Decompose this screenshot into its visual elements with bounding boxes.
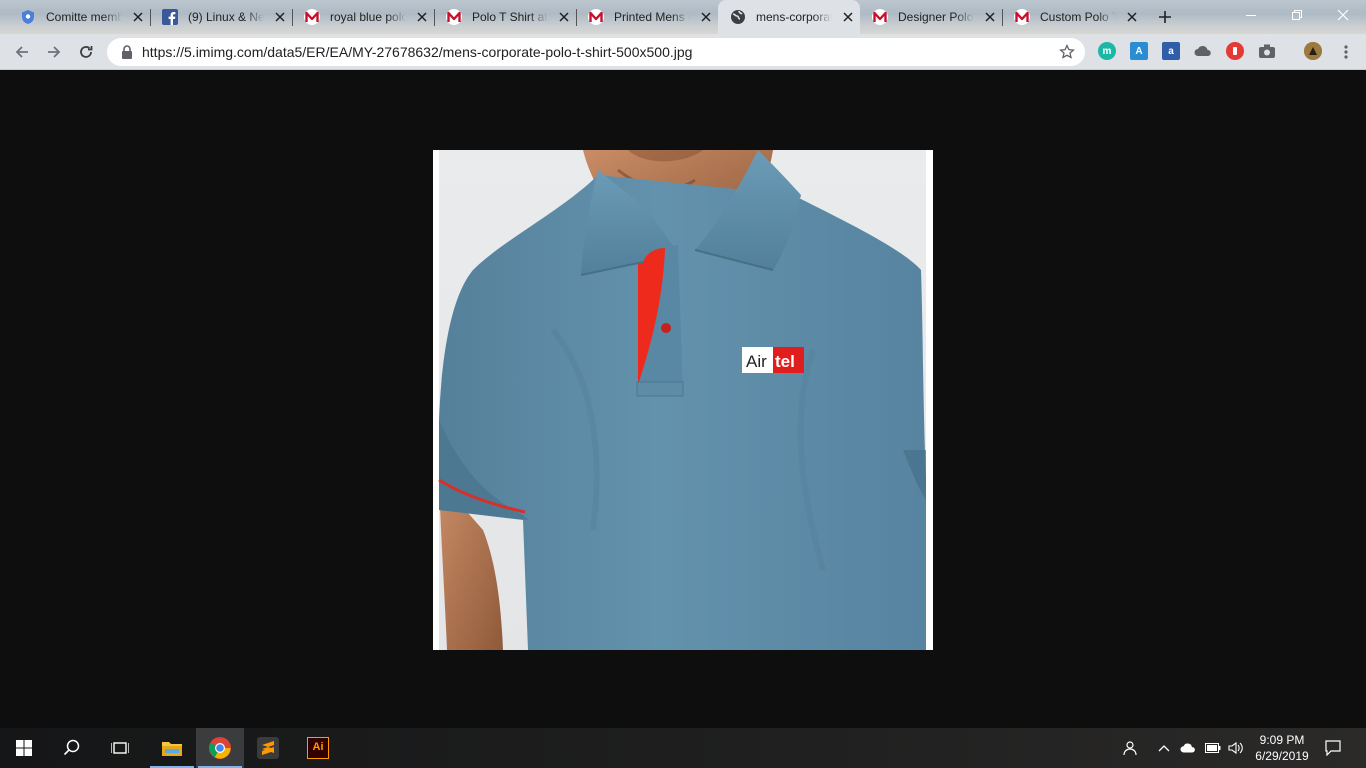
bookmark-star-icon[interactable] [1059,44,1075,60]
tab-title: Custom Polo T [1040,10,1116,24]
logo-text-left: Air [746,352,767,371]
indiamart-icon [446,9,462,25]
sublime-text-button[interactable] [244,728,292,768]
camera-extension-icon[interactable] [1258,42,1276,60]
close-icon[interactable] [982,9,998,25]
close-icon[interactable] [840,9,856,25]
windows-taskbar: Ai 9:09 PM 6/29/2019 [0,728,1366,768]
airtel-logo: Air tel [742,347,804,373]
minimize-button[interactable] [1228,0,1274,30]
browser-tab[interactable]: Custom Polo T [1002,0,1144,34]
reload-icon [80,46,93,58]
close-icon[interactable] [272,9,288,25]
browser-tab[interactable]: (9) Linux & Ne [150,0,292,34]
chevron-up-icon [1158,745,1170,752]
tab-title: Designer Polo [898,10,974,24]
plus-icon [1159,11,1171,23]
file-explorer-button[interactable] [148,728,196,768]
tab-title: mens-corporat [756,10,832,24]
show-hidden-icons-button[interactable] [1156,740,1172,756]
chrome-icon [209,737,231,759]
url-text[interactable]: https://5.imimg.com/data5/ER/EA/MY-27678… [142,38,692,66]
tab-title: royal blue polo [330,10,406,24]
tab-strip: Comitte memb (9) Linux & Ne royal blue pol… [0,0,1366,34]
adblock-icon[interactable] [1226,42,1244,60]
close-window-button[interactable] [1320,0,1366,30]
illustrator-icon: Ai [307,737,329,759]
chrome-menu-button[interactable] [1336,42,1356,62]
profile-avatar[interactable] [1304,42,1322,60]
system-clock[interactable]: 9:09 PM 6/29/2019 [1250,732,1314,764]
browser-tab[interactable]: Comitte memb [8,0,150,34]
browser-tab[interactable]: Designer Polo [860,0,1002,34]
close-icon[interactable] [414,9,430,25]
people-icon[interactable] [1121,740,1137,756]
clock-time: 9:09 PM [1259,733,1305,747]
tab-list: Comitte memb (9) Linux & Ne royal blue pol… [8,0,1144,34]
task-view-button[interactable] [96,728,144,768]
reload-button[interactable] [76,42,96,62]
indiamart-icon [304,9,320,25]
action-center-icon[interactable] [1325,740,1341,756]
amazon-assistant-icon[interactable]: a [1162,42,1180,60]
taskbar-search-button[interactable] [48,728,96,768]
close-icon[interactable] [698,9,714,25]
minimize-icon [1246,15,1256,16]
forward-button[interactable] [44,42,64,62]
polo-shirt-photo: Air tel [433,150,933,650]
shield-icon [20,9,36,25]
lock-icon[interactable] [121,45,133,59]
indiamart-icon [1014,9,1030,25]
volume-icon[interactable] [1228,740,1244,756]
restore-button[interactable] [1274,0,1320,30]
more-vert-icon [1344,45,1348,59]
browser-tab[interactable]: royal blue polo [292,0,434,34]
close-icon [1337,9,1349,21]
restore-icon [1292,10,1302,20]
sublime-text-icon [257,737,279,759]
browser-tab[interactable]: mens-corporat [718,0,860,34]
product-image[interactable]: Air tel [433,150,933,650]
m-extension-icon[interactable]: m [1098,42,1116,60]
browser-tab[interactable]: Printed Mens C [576,0,718,34]
arrow-right-icon [48,46,61,58]
arrow-left-icon [15,46,28,58]
indiamart-icon [872,9,888,25]
windows-start-icon [16,740,32,756]
chrome-taskbar-button[interactable] [196,728,244,768]
globe-icon [730,9,746,25]
indiamart-icon [588,9,604,25]
tab-title: (9) Linux & Ne [188,10,264,24]
tab-title: Polo T Shirt at [472,10,548,24]
new-tab-button[interactable] [1156,8,1174,26]
battery-icon[interactable] [1205,740,1221,756]
illustrator-button[interactable]: Ai [294,728,342,768]
logo-text-right: tel [775,352,795,371]
browser-tab[interactable]: Polo T Shirt at [434,0,576,34]
search-icon [63,739,80,756]
close-icon[interactable] [556,9,572,25]
close-icon[interactable] [130,9,146,25]
browser-toolbar: https://5.imimg.com/data5/ER/EA/MY-27678… [0,34,1366,70]
tab-title: Comitte memb [46,10,122,24]
clock-date: 6/29/2019 [1255,749,1309,763]
task-view-icon [111,742,129,754]
translate-extension-icon[interactable]: A [1130,42,1148,60]
onedrive-icon[interactable] [1180,740,1196,756]
image-viewer: Air tel [0,70,1366,728]
back-button[interactable] [12,42,32,62]
windows-start-button[interactable] [0,728,48,768]
address-bar[interactable]: https://5.imimg.com/data5/ER/EA/MY-27678… [107,38,1085,66]
tab-title: Printed Mens C [614,10,690,24]
cloud-extension-icon[interactable] [1194,42,1212,60]
facebook-icon [162,9,178,25]
close-icon[interactable] [1124,9,1140,25]
file-explorer-icon [162,742,182,756]
